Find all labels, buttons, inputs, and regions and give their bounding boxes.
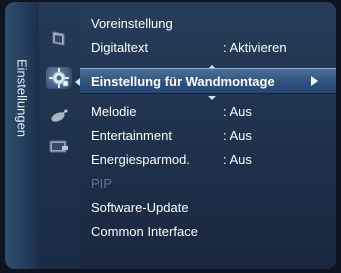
menu-item-entertainment[interactable]: Entertainment : Aus [80, 124, 336, 146]
menu-item-label: PIP [91, 175, 112, 191]
category-label: Einstellungen [14, 58, 30, 138]
settings-menu-list: Voreinstellung Digitaltext : Aktivieren … [80, 2, 336, 269]
menu-item-common-interface[interactable]: Common Interface [80, 220, 336, 242]
menu-item-label: Energiesparmod. [91, 151, 190, 167]
menu-item-energiesparmodus[interactable]: Energiesparmod. : Aus [80, 148, 336, 170]
satellite-dish-icon[interactable] [46, 106, 72, 128]
menu-item-value: : Aktivieren [223, 39, 287, 55]
menu-item-digitaltext[interactable]: Digitaltext : Aktivieren [80, 36, 336, 58]
menu-item-wandmontage[interactable]: Einstellung für Wandmontage [80, 68, 336, 94]
menu-frame: Einstellungen Voreinstellung Digitaltext… [5, 2, 336, 269]
menu-item-label: Melodie [91, 103, 137, 119]
menu-item-value: : Aus [223, 151, 252, 167]
menu-item-label: Digitaltext [91, 39, 149, 55]
menu-item-pip: PIP [80, 172, 336, 194]
icon-column [39, 2, 80, 269]
menu-item-label: Entertainment [91, 127, 172, 143]
menu-item-label: Voreinstellung [91, 15, 173, 31]
menu-item-voreinstellung[interactable]: Voreinstellung [80, 12, 336, 34]
input-source-icon[interactable] [46, 136, 72, 158]
tv-menu-screen: Einstellungen Voreinstellung Digitaltext… [0, 0, 341, 273]
menu-item-label: Software-Update [91, 199, 189, 215]
menu-item-value: : Aus [223, 127, 252, 143]
settings-gear-icon[interactable] [46, 67, 72, 89]
picture-icon[interactable] [46, 28, 72, 50]
menu-item-melodie[interactable]: Melodie : Aus [80, 100, 336, 122]
menu-item-label: Einstellung für Wandmontage [91, 73, 275, 89]
menu-item-software-update[interactable]: Software-Update [80, 196, 336, 218]
submenu-arrow-icon [311, 76, 318, 86]
menu-item-value: : Aus [223, 103, 252, 119]
category-tab[interactable]: Einstellungen [5, 2, 40, 269]
menu-item-label: Common Interface [91, 223, 198, 239]
